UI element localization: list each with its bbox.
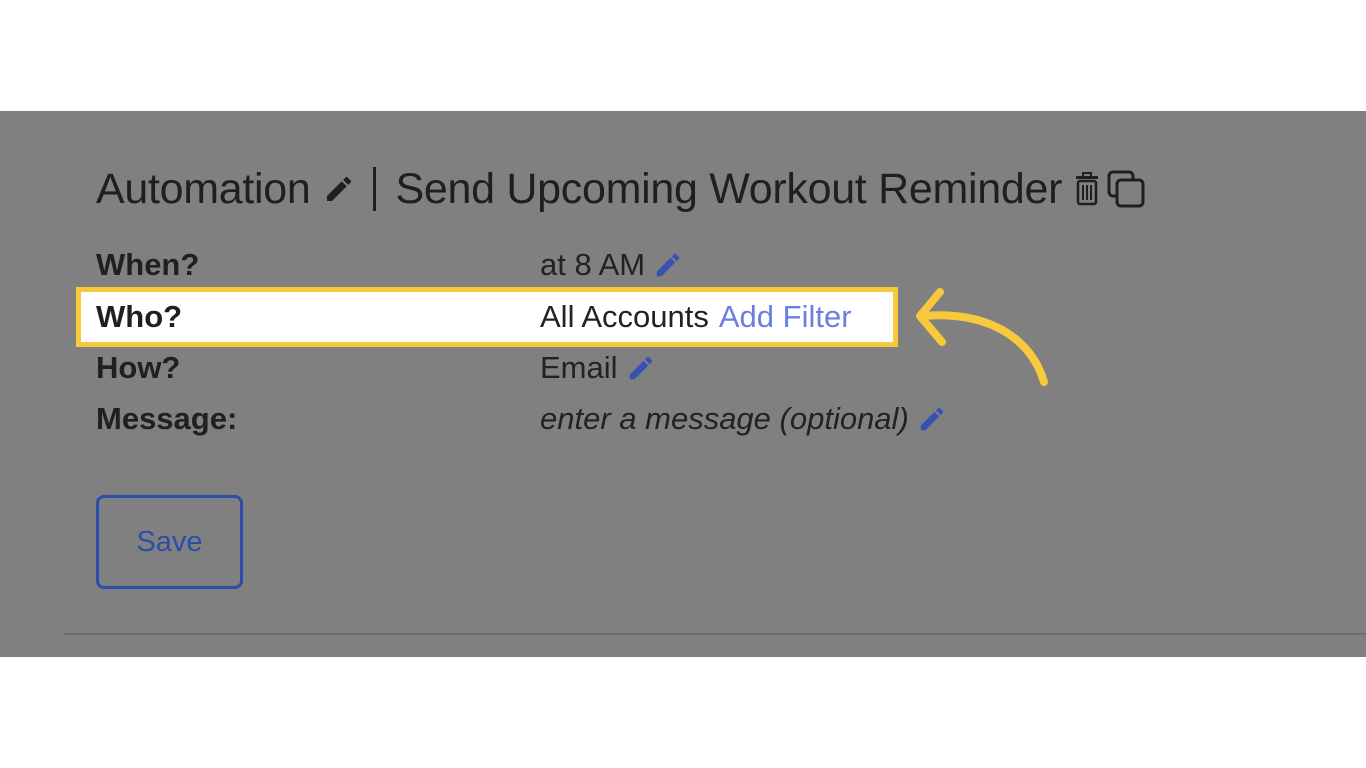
message-value[interactable]: enter a message (optional) [540, 401, 947, 437]
save-button[interactable]: Save [96, 495, 243, 589]
pencil-icon[interactable] [626, 353, 656, 383]
message-placeholder: enter a message (optional) [540, 401, 909, 436]
how-label: How? [96, 350, 181, 385]
page-title: Automation Send Upcoming Workout Reminde… [96, 163, 1146, 215]
add-filter-link[interactable]: Add Filter [719, 299, 852, 335]
automation-name: Send Upcoming Workout Reminder [395, 164, 1063, 213]
trash-icon[interactable] [1074, 172, 1100, 206]
message-label: Message: [96, 401, 238, 436]
who-label: Who? [96, 299, 183, 334]
copy-icon[interactable] [1106, 169, 1146, 209]
title-prefix: Automation [96, 164, 311, 213]
when-value-text: at 8 AM [540, 247, 646, 282]
pencil-icon[interactable] [917, 404, 947, 434]
who-value: All Accounts Add Filter [540, 299, 852, 335]
who-value-text: All Accounts [540, 299, 709, 334]
title-separator [372, 167, 376, 211]
pencil-icon[interactable] [323, 173, 355, 205]
how-value: Email [540, 350, 656, 386]
when-label: When? [96, 247, 200, 282]
divider [64, 633, 1366, 635]
pencil-icon[interactable] [653, 250, 683, 280]
how-value-text: Email [540, 350, 618, 385]
callout-arrow-icon [916, 288, 1048, 386]
when-value: at 8 AM [540, 247, 683, 283]
